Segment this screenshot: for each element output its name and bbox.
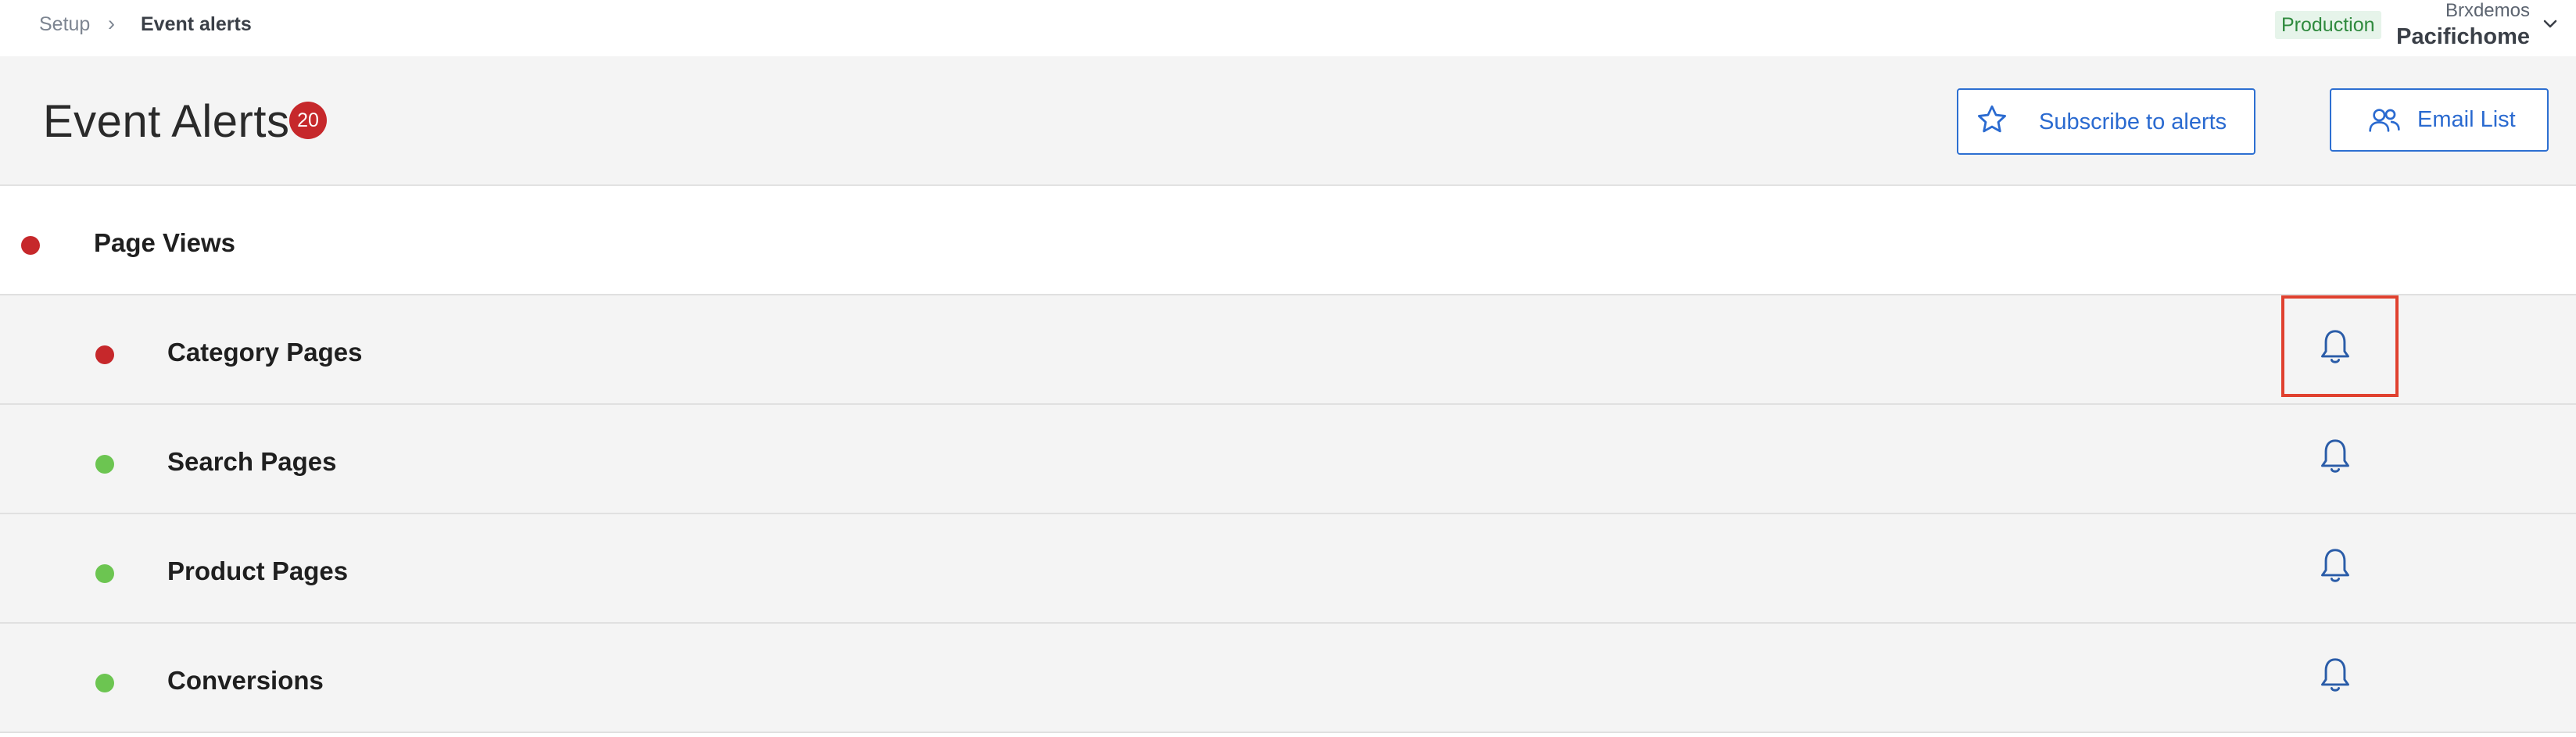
- subscribe-to-alerts-button[interactable]: Subscribe to alerts: [1957, 88, 2255, 155]
- bell-icon[interactable]: [2318, 546, 2352, 586]
- alert-row-search-pages[interactable]: Search Pages: [0, 405, 2576, 514]
- status-dot-error: [21, 236, 40, 255]
- subscribe-button-label: Subscribe to alerts: [2039, 109, 2227, 134]
- status-dot-ok: [95, 564, 114, 583]
- alert-row-category-pages[interactable]: Category Pages: [0, 295, 2576, 405]
- org-name[interactable]: Brxdemos: [2397, 0, 2530, 22]
- page-header: Event Alerts 20 Subscribe to alerts Emai…: [0, 56, 2576, 186]
- email-list-button[interactable]: Email List: [2330, 88, 2549, 152]
- status-dot-ok: [95, 455, 114, 474]
- star-icon: [1977, 105, 2007, 133]
- bell-icon[interactable]: [2318, 436, 2352, 477]
- alert-label: Search Pages: [167, 447, 337, 476]
- status-dot-ok: [95, 674, 114, 692]
- breadcrumb-separator: ›: [108, 12, 115, 35]
- bell-icon[interactable]: [2318, 327, 2352, 367]
- top-bar: Setup › Event alerts Production Brxdemos…: [0, 0, 2576, 56]
- alert-label: Conversions: [167, 666, 324, 695]
- bell-icon[interactable]: [2318, 655, 2352, 696]
- alert-label: Page Views: [94, 228, 236, 257]
- alert-count-badge: 20: [289, 102, 327, 139]
- account-name[interactable]: Pacifichome: [2361, 24, 2530, 50]
- alert-row-page-views[interactable]: Page Views: [0, 186, 2576, 295]
- email-list-button-label: Email List: [2417, 107, 2516, 132]
- chevron-down-icon[interactable]: [2541, 14, 2560, 33]
- alert-row-conversions[interactable]: Conversions: [0, 624, 2576, 733]
- status-dot-error: [95, 345, 114, 364]
- alert-label: Product Pages: [167, 556, 349, 585]
- breadcrumb-setup-link[interactable]: Setup: [39, 13, 90, 36]
- breadcrumb-current: Event alerts: [141, 13, 252, 35]
- alert-row-product-pages[interactable]: Product Pages: [0, 514, 2576, 624]
- page-title: Event Alerts: [43, 96, 290, 147]
- users-icon: [2369, 109, 2400, 132]
- alert-label: Category Pages: [167, 338, 363, 367]
